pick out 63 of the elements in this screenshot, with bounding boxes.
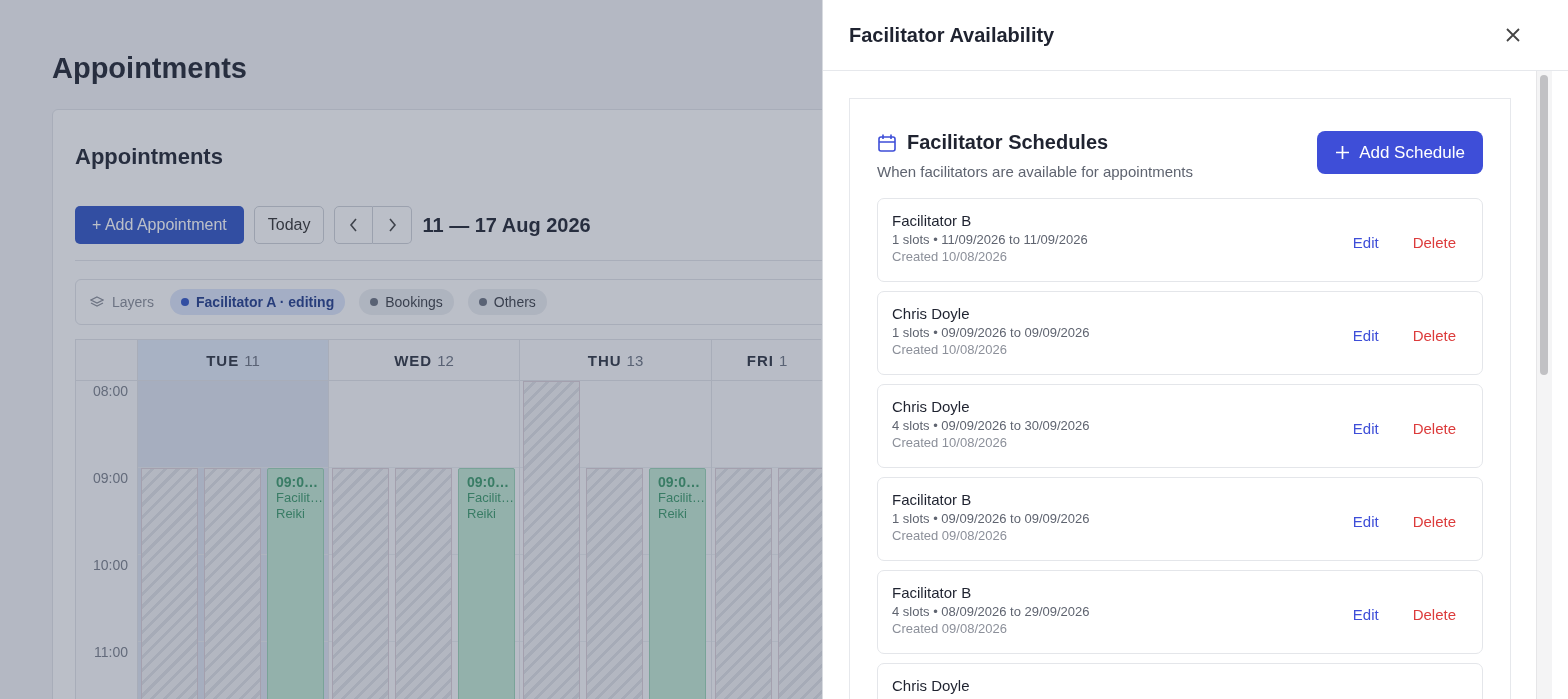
schedule-details: 1 slots • 09/09/2026 to 09/09/2026 [892,325,1090,340]
schedule-details: 4 slots • 09/09/2026 to 30/09/2026 [892,418,1090,433]
delete-link[interactable]: Delete [1412,606,1456,623]
facilitator-name: Chris Doyle [892,677,970,694]
layer-chip[interactable]: Bookings [359,289,454,315]
created-date: Created 10/08/2026 [892,435,1007,450]
edit-link[interactable]: Edit [1352,234,1379,251]
drawer-title: Facilitator Availability [849,23,1055,47]
facilitator-name: Chris Doyle [892,305,970,322]
event-service: Reiki [467,506,496,522]
delete-link[interactable]: Delete [1412,327,1456,344]
chevron-right-icon [387,218,398,232]
delete-link[interactable]: Delete [1412,513,1456,530]
time-label: 11:00 [94,644,128,660]
close-icon[interactable] [1504,26,1522,44]
event-time: 09:0… [276,474,319,490]
created-date: Created 10/08/2026 [892,249,1007,264]
event-service: Reiki [276,506,305,522]
event-service: Reiki [658,506,687,522]
calendar-icon [877,132,897,153]
time-label: 08:00 [92,383,128,399]
layer-chip[interactable]: Facilitator A · editing [170,289,346,315]
page-title: Appointments [52,52,247,85]
day-header[interactable]: WED 12 [328,340,519,381]
event-facilitator: Facilit… [276,490,323,506]
created-date: Created 09/08/2026 [892,621,1007,636]
event-time: 09:0… [658,474,701,490]
facilitator-name: Facilitator B [892,212,972,229]
delete-link[interactable]: Delete [1412,234,1456,251]
created-date: Created 10/08/2026 [892,342,1007,357]
facilitator-name: Chris Doyle [892,398,970,415]
event-facilitator: Facilit… [467,490,514,506]
layers-icon [90,295,104,309]
layers-label: Layers [112,294,155,310]
delete-link[interactable]: Delete [1412,420,1456,437]
previous-button[interactable] [334,206,374,244]
edit-link[interactable]: Edit [1352,513,1379,530]
edit-link[interactable]: Edit [1352,420,1379,437]
chevron-left-icon [349,218,359,232]
add-schedule-button[interactable]: Add Schedule [1317,131,1483,174]
schedule-details: 1 slots • 11/09/2026 to 11/09/2026 [892,232,1088,247]
created-date: Created 09/08/2026 [892,528,1007,543]
date-range: 11 — 17 Aug 2026 [422,213,591,237]
card-title: Appointments [75,144,223,170]
day-header[interactable]: TUE 11 [137,340,328,381]
layer-chip[interactable]: Others [467,289,547,315]
section-title: Facilitator Schedules [907,131,1109,154]
edit-link[interactable]: Edit [1352,606,1379,623]
add-appointment-button[interactable]: + Add Appointment [75,206,244,244]
time-label: 10:00 [92,557,128,573]
section-subtitle: When facilitators are available for appointments [877,163,1193,180]
facilitator-name: Facilitator B [892,491,972,508]
facilitator-name: Facilitator B [892,584,972,601]
today-button[interactable]: Today [253,206,325,244]
schedule-details: 1 slots • 09/09/2026 to 09/09/2026 [892,511,1090,526]
schedule-details: 4 slots • 08/09/2026 to 29/09/2026 [892,604,1090,619]
time-label: 09:00 [92,470,128,486]
event-facilitator: Facilit… [658,490,705,506]
edit-link[interactable]: Edit [1352,327,1379,344]
plus-icon [1335,145,1351,160]
scrollbar[interactable] [1536,71,1552,699]
next-button[interactable] [373,206,413,244]
event-time: 09:0… [467,474,510,490]
